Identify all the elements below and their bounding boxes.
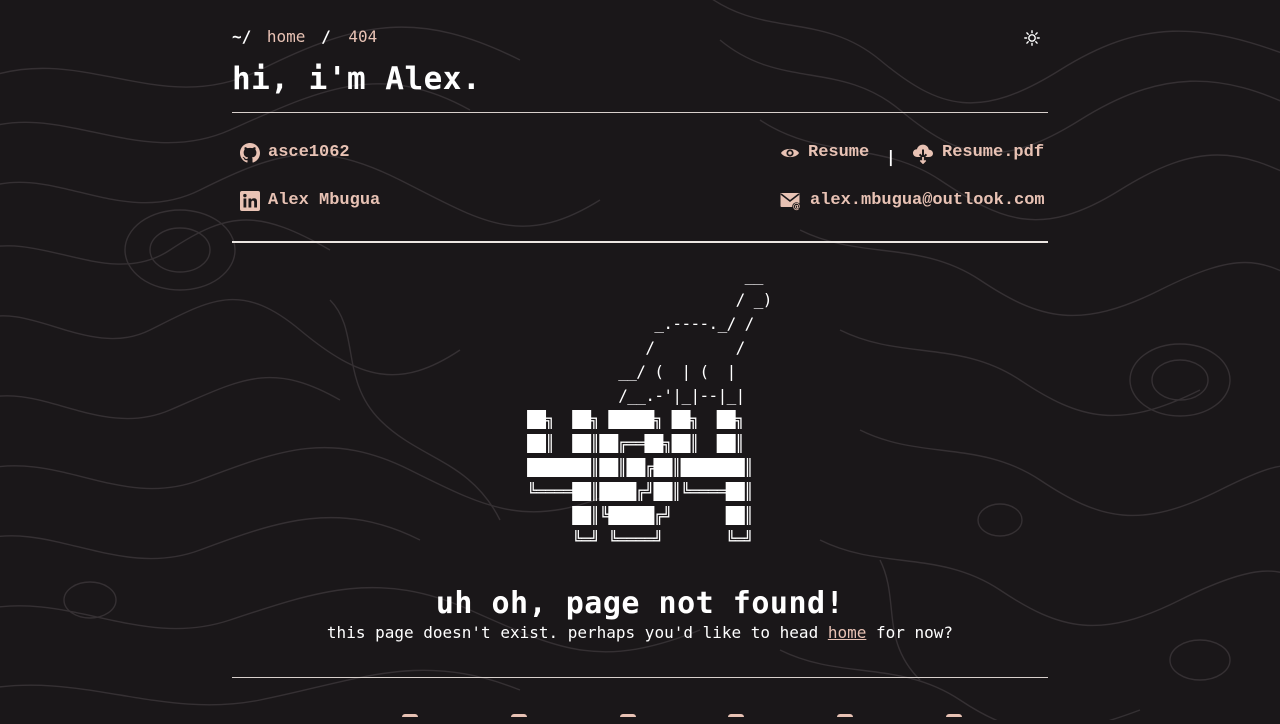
github-label: asce1062 bbox=[268, 143, 350, 162]
linkedin-icon bbox=[240, 191, 260, 211]
ascii-404-art: ██╗ ██╗ █████╗ ██╗ ██╗ ██║ ██║██╔══██╗██… bbox=[527, 410, 753, 549]
breadcrumb-separator: / bbox=[321, 27, 331, 46]
github-icon bbox=[240, 143, 260, 163]
footer-divider bbox=[232, 677, 1048, 678]
cloud-download-icon bbox=[913, 144, 933, 164]
footer-icon[interactable] bbox=[945, 714, 962, 724]
breadcrumb-root: ~/ bbox=[232, 27, 252, 46]
page-title: hi, i'm Alex. bbox=[232, 61, 482, 97]
ascii-dinosaur-art: __ / _) _.----._/ / / / __/ ( | ( | /__.… bbox=[618, 266, 772, 405]
error-message: this page doesn't exist. perhaps you'd l… bbox=[192, 622, 1088, 644]
home-link[interactable]: home bbox=[828, 623, 867, 642]
mail-icon: @ bbox=[780, 193, 801, 211]
resume-label: Resume bbox=[808, 143, 870, 162]
header-divider bbox=[232, 112, 1048, 113]
footer-icon-row bbox=[402, 714, 962, 724]
email-label: alex.mbugua@outlook.com bbox=[810, 191, 1045, 210]
theme-toggle-button[interactable] bbox=[1022, 28, 1042, 48]
ascii-art-container: __ / _) _.----._/ / / / __/ ( | ( | /__.… bbox=[232, 264, 1048, 408]
footer-icon[interactable] bbox=[728, 714, 745, 724]
resume-link[interactable]: Resume bbox=[780, 141, 869, 165]
error-headline: uh oh, page not found! bbox=[435, 586, 845, 621]
footer-icon[interactable] bbox=[510, 714, 527, 724]
ascii-404-container: ██╗ ██╗ █████╗ ██╗ ██╗ ██║ ██║██╔══██╗██… bbox=[232, 408, 1048, 552]
breadcrumb-current: 404 bbox=[348, 27, 378, 46]
email-link[interactable]: @ alex.mbugua@outlook.com bbox=[780, 189, 1045, 213]
resume-pdf-label: Resume.pdf bbox=[942, 143, 1045, 162]
error-message-suffix: for now? bbox=[866, 623, 954, 642]
sun-icon bbox=[1024, 30, 1040, 46]
error-message-text: this page doesn't exist. perhaps you'd l… bbox=[326, 623, 828, 642]
linkedin-link[interactable]: Alex Mbugua bbox=[240, 189, 380, 213]
footer-icon[interactable] bbox=[402, 714, 418, 724]
linkedin-label: Alex Mbugua bbox=[268, 191, 381, 210]
breadcrumb-home-link[interactable]: home bbox=[267, 27, 306, 46]
footer-icon[interactable] bbox=[837, 714, 854, 724]
svg-text:@: @ bbox=[793, 202, 801, 211]
breadcrumb: ~/ home / 404 bbox=[232, 26, 377, 48]
eye-icon bbox=[781, 148, 799, 158]
page-content: ~/ home / 404 hi, i'm Alex. asce1062 Ale… bbox=[232, 0, 1048, 720]
github-link[interactable]: asce1062 bbox=[240, 141, 350, 165]
footer-icon[interactable] bbox=[619, 714, 636, 724]
contacts-divider bbox=[232, 241, 1048, 243]
resume-pdf-link[interactable]: Resume.pdf bbox=[912, 141, 1044, 165]
contact-separator: | bbox=[886, 147, 896, 166]
